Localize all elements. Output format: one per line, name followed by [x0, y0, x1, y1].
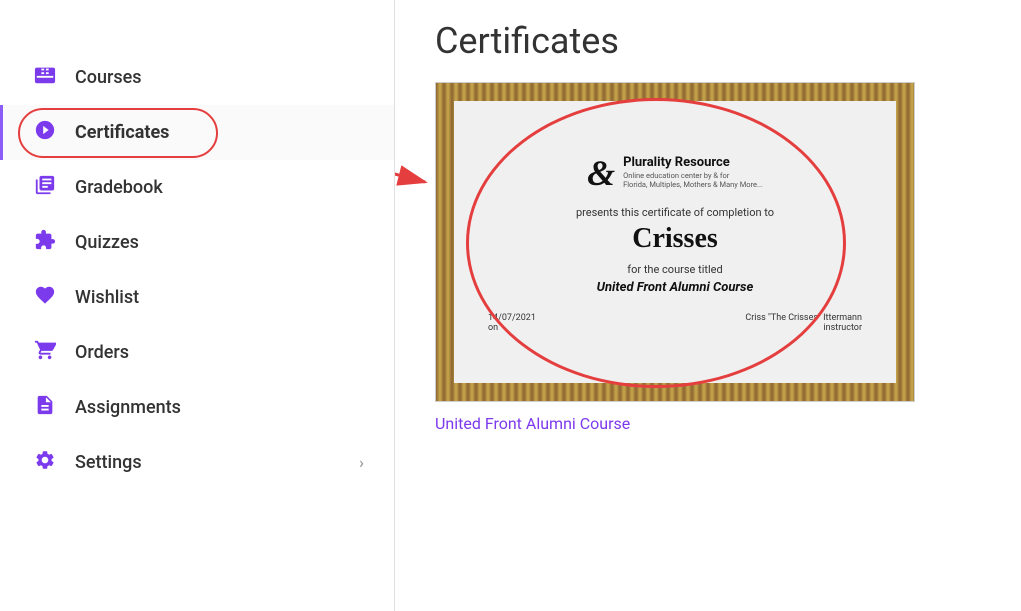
- orders-icon: [33, 339, 57, 366]
- assignments-label: Assignments: [75, 397, 364, 418]
- quizzes-label: Quizzes: [75, 232, 364, 253]
- cert-date-label: on: [488, 323, 536, 333]
- cert-instructor: Criss "The Crisses" Ittermann: [745, 313, 862, 323]
- avatar-area: [0, 10, 394, 40]
- courses-icon: [33, 64, 57, 91]
- cert-presents-text: presents this certificate of completion …: [576, 206, 774, 219]
- certificates-icon: [33, 119, 57, 146]
- main-content: Certificates &: [395, 0, 1021, 611]
- page-title: Certificates: [435, 20, 981, 62]
- sidebar-item-wishlist[interactable]: Wishlist: [0, 270, 394, 325]
- certificates-label: Certificates: [75, 122, 364, 143]
- settings-label: Settings: [75, 452, 359, 473]
- sidebar-item-gradebook[interactable]: Gradebook: [0, 160, 394, 215]
- certificate-image-wrapper: & Plurality Resource Online education ce…: [435, 82, 915, 402]
- cert-recipient-name: Crisses: [632, 223, 718, 255]
- course-link[interactable]: United Front Alumni Course: [435, 414, 915, 433]
- cert-date: 14/07/2021: [488, 313, 536, 323]
- wishlist-label: Wishlist: [75, 287, 364, 308]
- sidebar-item-quizzes[interactable]: Quizzes: [0, 215, 394, 270]
- cert-instructor-label: instructor: [745, 323, 862, 333]
- settings-arrow-icon: ›: [359, 453, 364, 472]
- sidebar-item-assignments[interactable]: Assignments: [0, 380, 394, 435]
- gradebook-label: Gradebook: [75, 177, 364, 198]
- sidebar-item-certificates[interactable]: Certificates: [0, 105, 394, 160]
- cert-course-name: United Front Alumni Course: [597, 280, 754, 295]
- cert-provider-name: Plurality Resource: [623, 155, 763, 171]
- settings-icon: [33, 449, 57, 476]
- courses-label: Courses: [75, 67, 364, 88]
- orders-label: Orders: [75, 342, 364, 363]
- cert-provider-subtitle: Online education center by & forFlorida,…: [623, 171, 763, 191]
- sidebar-item-settings[interactable]: Settings ›: [0, 435, 394, 490]
- certificate-card: & Plurality Resource Online education ce…: [435, 82, 915, 433]
- gradebook-icon: [33, 174, 57, 201]
- wishlist-icon: [33, 284, 57, 311]
- sidebar-item-orders[interactable]: Orders: [0, 325, 394, 380]
- sidebar-item-courses[interactable]: Courses: [0, 50, 394, 105]
- cert-ampersand: &: [587, 152, 615, 194]
- sidebar: Courses Certificates Gradebook Quizzes W…: [0, 0, 395, 611]
- assignments-icon: [33, 394, 57, 421]
- cert-for-text: for the course titled: [627, 263, 722, 276]
- quizzes-icon: [33, 229, 57, 256]
